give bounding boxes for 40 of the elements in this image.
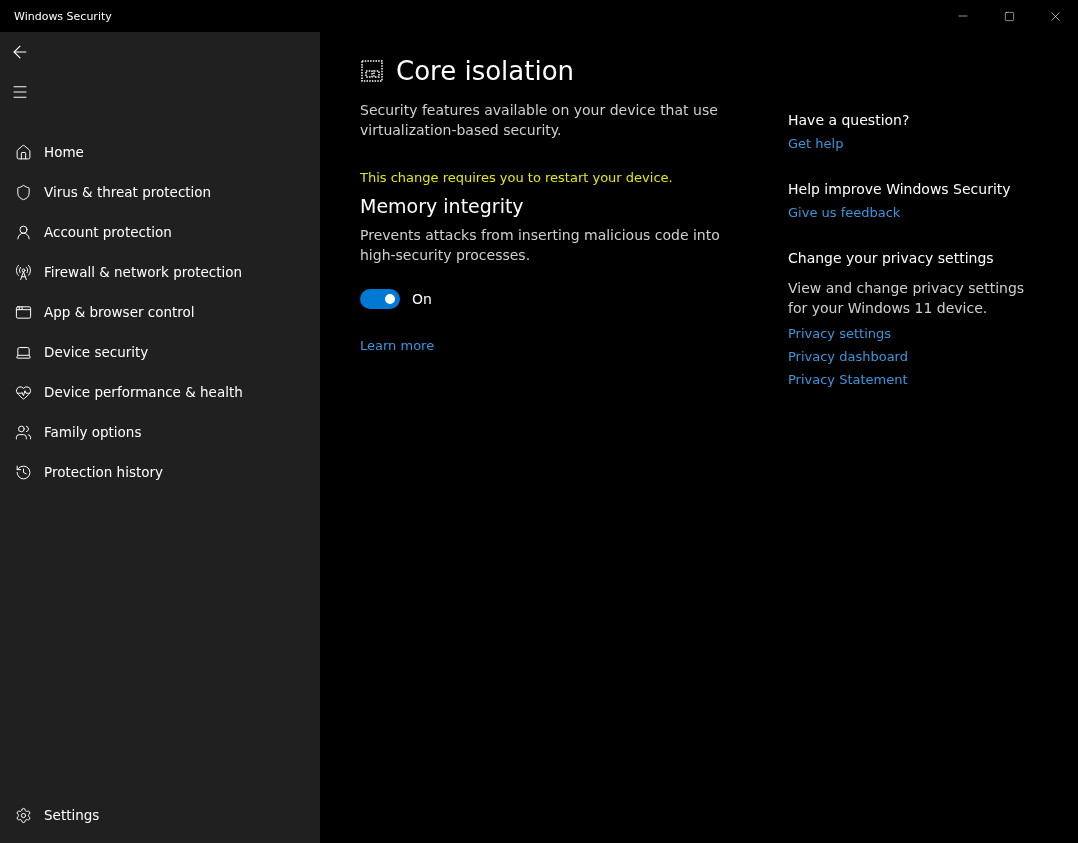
nav-icon (15, 263, 32, 281)
nav-item[interactable]: Virus & threat protection (0, 172, 320, 212)
aside-link[interactable]: Privacy settings (788, 326, 892, 341)
core-isolation-icon (360, 59, 384, 83)
aside-link[interactable]: Give us feedback (788, 205, 901, 220)
aside-text: View and change privacy settings for your Windows 11 device. (788, 279, 1026, 318)
nav-icon (15, 223, 32, 241)
section-title: Memory integrity (360, 195, 525, 217)
nav-item[interactable]: Account protection (0, 212, 320, 252)
restart-warning: This change requires you to restart your device. (360, 170, 674, 185)
menu-icon (11, 83, 29, 101)
settings-button[interactable]: Settings (0, 795, 320, 835)
settings-icon (15, 806, 32, 824)
nav-icon (15, 143, 32, 161)
nav-item[interactable]: Device performance & health (0, 372, 320, 412)
nav-item[interactable]: Device security (0, 332, 320, 372)
nav-item[interactable]: Protection history (0, 452, 320, 492)
page-description: Security features available on your device that use virtualization-based security. (360, 101, 719, 140)
nav-item[interactable]: Firewall & network protection (0, 252, 320, 292)
page-title: Core isolation (396, 56, 575, 86)
nav-icon (15, 303, 32, 321)
aside-link[interactable]: Privacy dashboard (788, 349, 908, 364)
nav-icon (15, 183, 32, 201)
memory-integrity-toggle[interactable] (360, 289, 400, 309)
learn-more-link[interactable]: Learn more (360, 338, 435, 353)
section-description: Prevents attacks from inserting malicious code into high-security processes. (360, 226, 721, 265)
aside-title: Change your privacy settings (788, 250, 994, 266)
nav-icon (15, 383, 32, 401)
maximize-icon (1003, 10, 1015, 22)
nav-icon (15, 463, 32, 481)
nav-item[interactable]: Family options (0, 412, 320, 452)
aside-link[interactable]: Get help (788, 136, 844, 151)
nav-item[interactable]: Home (0, 132, 320, 172)
toggle-label: On (412, 291, 432, 307)
window-title: Windows Security (14, 9, 112, 23)
nav-item[interactable]: App & browser control (0, 292, 320, 332)
aside-title: Help improve Windows Security (788, 181, 1011, 197)
aside-title: Have a question? (788, 112, 910, 128)
aside-link[interactable]: Privacy Statement (788, 372, 908, 387)
nav-icon (15, 423, 32, 441)
